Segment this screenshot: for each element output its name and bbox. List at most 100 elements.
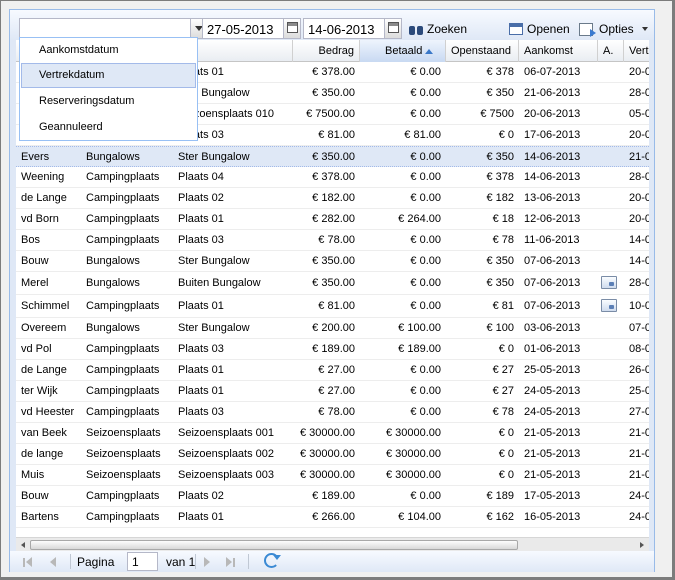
first-page-button[interactable]	[21, 556, 33, 568]
table-row[interactable]: Overeem Bungalows Ster Bungalow € 200.00 € 1…	[16, 318, 649, 339]
open-button[interactable]: Openen	[509, 19, 570, 39]
table-row[interactable]: van Beek Seizoensplaats Seizoensplaats 001…	[16, 423, 649, 444]
table-row[interactable]: Bouw Campingplaats Plaats 02 € 189.00 € 0.00…	[16, 486, 649, 507]
cell-bedrag: € 30000.00	[299, 427, 355, 439]
scroll-right-button[interactable]	[635, 538, 649, 552]
chevron-down-icon	[641, 27, 648, 31]
table-row[interactable]: Weening Campingplaats Plaats 04 € 378.00 € 0…	[16, 167, 649, 188]
row-action-cell	[598, 83, 624, 103]
cell-naam: de Lange	[21, 192, 67, 204]
column-header-vertrek[interactable]: Vert	[624, 40, 649, 62]
cell-type: Bungalows	[86, 322, 140, 334]
date-to-picker-button[interactable]	[384, 19, 401, 38]
row-action-cell	[598, 125, 624, 145]
last-page-button[interactable]	[224, 556, 236, 568]
table-row[interactable]: vd Pol Campingplaats Plaats 03 € 189.00 € 18…	[16, 339, 649, 360]
table-row[interactable]: Bouw Bungalows Ster Bungalow € 350.00 € 0.00…	[16, 251, 649, 272]
column-header-actie[interactable]: A.	[598, 40, 624, 62]
arrow-right-icon	[640, 542, 644, 548]
cell-locatie: Ster Bungalow	[178, 255, 250, 267]
cell-naam: Bouw	[21, 490, 49, 502]
row-action-cell	[598, 272, 624, 294]
table-row[interactable]: de lange Seizoensplaats Seizoensplaats 002…	[16, 444, 649, 465]
dropdown-option-geannuleerd[interactable]: Geannuleerd	[21, 115, 196, 140]
row-action-cell	[598, 444, 624, 464]
date-type-combo[interactable]	[19, 18, 208, 39]
horizontal-scrollbar[interactable]	[16, 537, 649, 551]
row-action-cell	[598, 295, 624, 317]
cell-type: Seizoensplaats	[86, 427, 161, 439]
table-row[interactable]: ter Wijk Campingplaats Plaats 01 € 27.00 € 0…	[16, 381, 649, 402]
column-header-openstaand[interactable]: Openstaand	[446, 40, 519, 62]
table-row[interactable]: vd Heester Campingplaats Plaats 03 € 78.00 €…	[16, 402, 649, 423]
cell-locatie: Plaats 02	[178, 192, 224, 204]
cell-betaald: € 0.00	[410, 385, 441, 397]
row-action-cell	[598, 339, 624, 359]
cell-naam: van Beek	[21, 427, 67, 439]
cell-type: Campingplaats	[86, 234, 160, 246]
options-button[interactable]: Opties	[579, 19, 648, 39]
cell-naam: Weening	[21, 171, 65, 183]
column-header-betaald[interactable]: Betaald	[360, 40, 446, 62]
date-from-picker-button[interactable]	[283, 19, 300, 38]
cell-vertrek: 10-0	[629, 300, 649, 312]
cell-aankomst: 07-06-2013	[524, 300, 581, 312]
page-label: Pagina	[77, 555, 115, 569]
cell-bedrag: € 378.00	[312, 66, 355, 78]
cell-locatie: Plaats 01	[178, 385, 224, 397]
cell-aankomst: 17-06-2013	[524, 129, 581, 141]
prev-page-button[interactable]	[47, 556, 59, 568]
open-button-label: Openen	[527, 22, 570, 36]
dropdown-option-aankomstdatum[interactable]: Aankomstdatum	[21, 38, 196, 63]
cell-type: Campingplaats	[86, 490, 160, 502]
table-row[interactable]: de Lange Campingplaats Plaats 02 € 182.00 € …	[16, 188, 649, 209]
table-row[interactable]: Bos Campingplaats Plaats 03 € 78.00 € 0.00 € …	[16, 230, 649, 251]
cell-openstaand: € 350	[486, 277, 514, 289]
cell-betaald: € 100.00	[398, 322, 441, 334]
cell-aankomst: 01-06-2013	[524, 343, 581, 355]
cell-bedrag: € 200.00	[312, 322, 355, 334]
cell-betaald: € 0.00	[410, 277, 441, 289]
table-row[interactable]: Merel Bungalows Buiten Bungalow € 350.00 € 0…	[16, 272, 649, 295]
dropdown-option-vertrekdatum[interactable]: Vertrekdatum	[21, 63, 196, 88]
search-button[interactable]: Zoeken	[409, 19, 467, 39]
row-action-cell	[598, 104, 624, 124]
cell-aankomst: 07-06-2013	[524, 255, 581, 267]
cell-type: Seizoensplaats	[86, 469, 161, 481]
cell-bedrag: € 350.00	[312, 255, 355, 267]
column-header-aankomst[interactable]: Aankomst	[519, 40, 598, 62]
table-row[interactable]: Muis Seizoensplaats Seizoensplaats 003 € 30…	[16, 465, 649, 486]
cell-betaald: € 30000.00	[385, 448, 441, 460]
scroll-left-button[interactable]	[16, 538, 30, 552]
window-action-icon[interactable]	[601, 299, 617, 312]
dropdown-option-reserveringsdatum[interactable]: Reserveringsdatum	[21, 89, 196, 114]
table-row[interactable]: de Lange Campingplaats Plaats 01 € 27.00 € 0…	[16, 360, 649, 381]
column-header-betaald-label: Betaald	[385, 45, 423, 57]
date-to-field[interactable]: 14-06-2013	[303, 18, 402, 39]
date-from-field[interactable]: 27-05-2013	[202, 18, 301, 39]
page-number-input[interactable]: 1	[127, 552, 158, 571]
cell-locatie: Ster Bungalow	[178, 322, 250, 334]
cell-bedrag: € 378.00	[312, 171, 355, 183]
table-row[interactable]: Evers Bungalows Ster Bungalow € 350.00 € 0.0…	[16, 146, 649, 167]
next-page-button[interactable]	[201, 556, 213, 568]
row-action-cell	[598, 230, 624, 250]
options-icon	[579, 22, 596, 37]
window-action-icon[interactable]	[601, 276, 617, 289]
cell-aankomst: 24-05-2013	[524, 385, 581, 397]
cell-openstaand: € 0	[498, 129, 514, 141]
cell-vertrek: 21-0	[629, 448, 649, 460]
table-row[interactable]: Bartens Campingplaats Plaats 01 € 266.00 € 1…	[16, 507, 649, 528]
cell-naam: Bouw	[21, 255, 49, 267]
cell-aankomst: 14-06-2013	[524, 171, 581, 183]
cell-bedrag: € 78.00	[318, 406, 355, 418]
column-header-bedrag[interactable]: Bedrag	[293, 40, 360, 62]
table-row[interactable]: Schimmel Campingplaats Plaats 01 € 81.00 € 0…	[16, 295, 649, 318]
refresh-icon[interactable]	[264, 553, 281, 568]
scrollbar-thumb[interactable]	[30, 540, 518, 550]
cell-vertrek: 26-0	[629, 364, 649, 376]
filter-toolbar: 27-05-2013 14-06-2013 Zoeken Openen Opti…	[10, 10, 654, 40]
table-row[interactable]: vd Born Campingplaats Plaats 01 € 282.00 € 2…	[16, 209, 649, 230]
cell-naam: vd Pol	[21, 343, 52, 355]
cell-naam: de Lange	[21, 364, 67, 376]
